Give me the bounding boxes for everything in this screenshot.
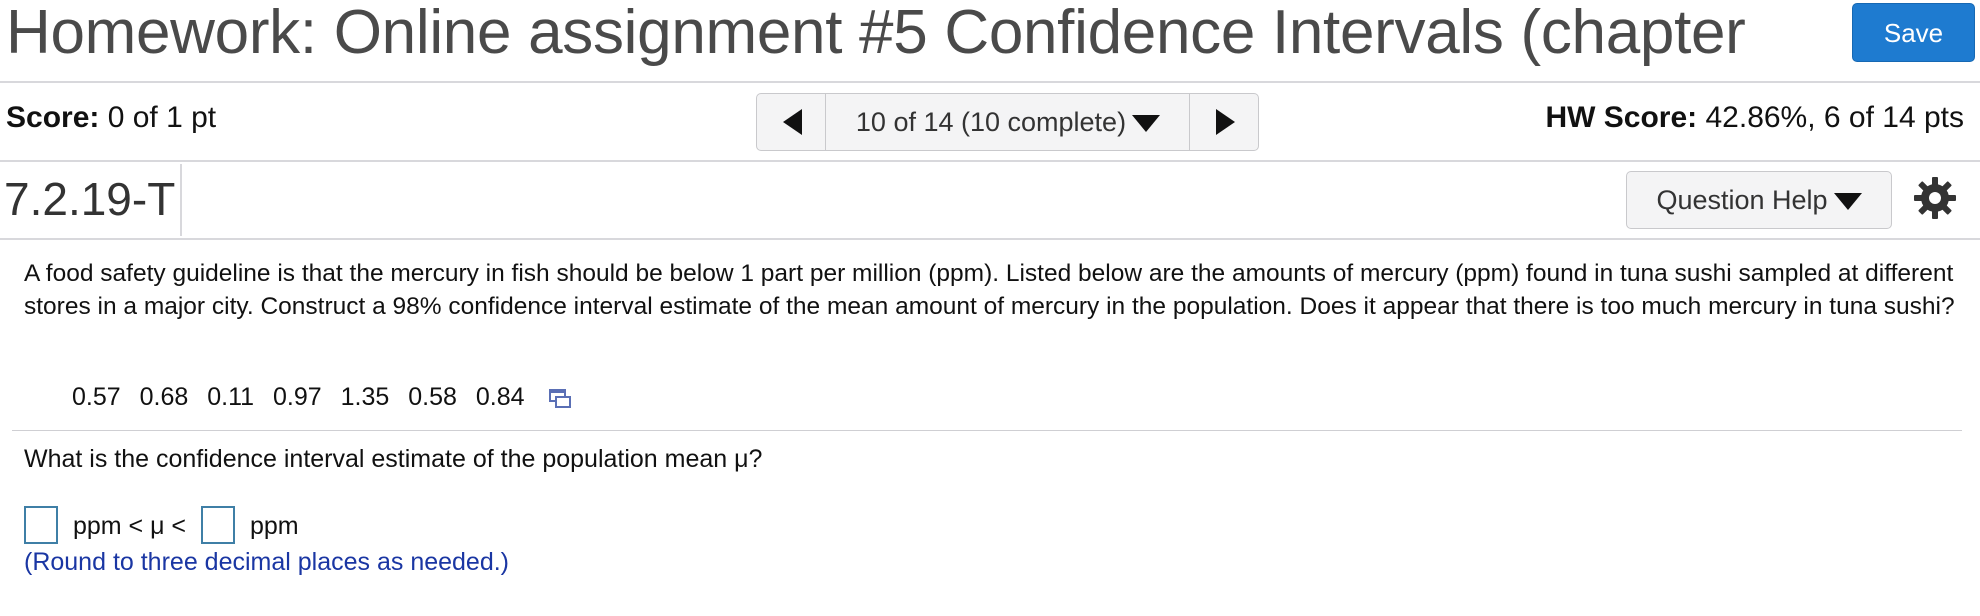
- question-id: 7.2.19-T: [4, 173, 176, 225]
- answer-middle-text: ppm < μ <: [72, 512, 187, 540]
- data-value: 0.97: [273, 383, 322, 411]
- page-title: Homework: Online assignment #5 Confidenc…: [6, 0, 1746, 67]
- copy-data-icon[interactable]: [548, 385, 572, 409]
- question-text: A food safety guideline is that the merc…: [24, 260, 1955, 320]
- data-value: 0.11: [207, 383, 255, 411]
- divider: [0, 160, 1980, 162]
- rounding-hint: (Round to three decimal places as needed…: [24, 548, 510, 576]
- data-value: 0.57: [72, 383, 121, 411]
- hw-score: HW Score: 42.86%, 6 of 14 pts: [1545, 101, 1964, 135]
- next-question-button[interactable]: [1189, 94, 1258, 150]
- question-help-button[interactable]: Question Help: [1626, 171, 1892, 229]
- data-values: 0.57 0.68 0.11 0.97 1.35 0.58 0.84: [72, 380, 572, 414]
- score: Score: 0 of 1 pt: [6, 101, 216, 135]
- gear-icon[interactable]: [1913, 176, 1957, 220]
- score-label: Score:: [6, 101, 100, 134]
- answer-unit: ppm: [249, 512, 299, 540]
- score-value: 0 of 1 pt: [107, 101, 217, 134]
- lower-bound-input[interactable]: [24, 506, 58, 545]
- chevron-down-icon: [1132, 115, 1161, 133]
- data-value: 0.68: [139, 383, 189, 411]
- answer-row: ppm < μ < ppm: [24, 506, 307, 546]
- triangle-right-icon: [1216, 109, 1235, 135]
- divider: [0, 81, 1980, 83]
- question-navigator: 10 of 14 (10 complete): [756, 93, 1259, 151]
- data-value: 0.58: [408, 383, 457, 411]
- question-help-label: Question Help: [1656, 185, 1828, 215]
- save-button[interactable]: Save: [1852, 3, 1975, 62]
- hw-score-label: HW Score:: [1545, 101, 1698, 134]
- data-value: 1.35: [340, 383, 390, 411]
- data-value: 0.84: [475, 383, 525, 411]
- previous-question-button[interactable]: [757, 94, 826, 150]
- question-selector-label: 10 of 14 (10 complete): [855, 107, 1127, 137]
- divider: [0, 238, 1980, 240]
- upper-bound-input[interactable]: [200, 506, 235, 545]
- triangle-left-icon: [783, 109, 802, 135]
- question-prompt: What is the confidence interval estimate…: [24, 445, 763, 473]
- question-selector-dropdown[interactable]: 10 of 14 (10 complete): [826, 94, 1190, 150]
- chevron-down-icon: [1833, 193, 1862, 211]
- hw-score-value: 42.86%, 6 of 14 pts: [1705, 101, 1964, 134]
- divider: [180, 164, 182, 236]
- divider: [12, 430, 1962, 431]
